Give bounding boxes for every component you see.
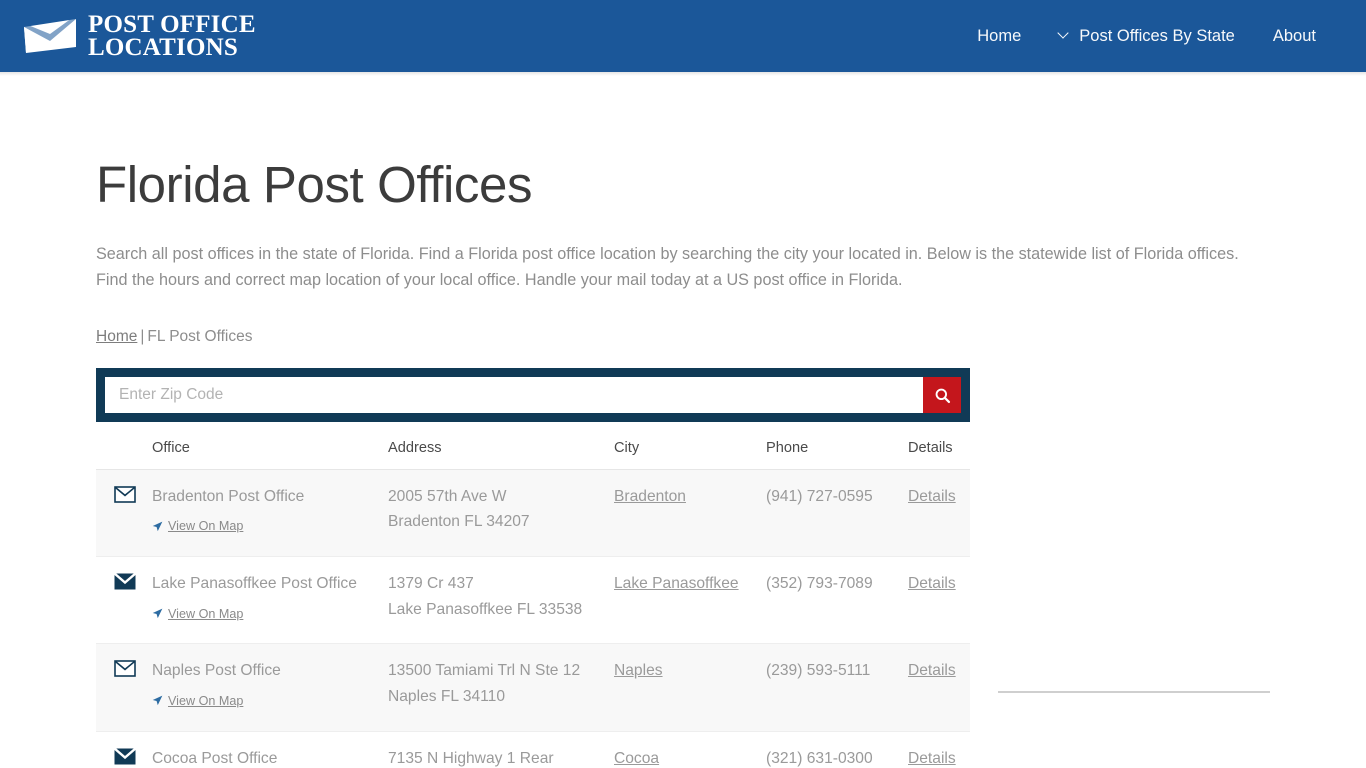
row-phone-cell: (352) 793-7089 bbox=[766, 556, 908, 645]
row-envelope-icon-cell bbox=[96, 731, 152, 768]
address-line-1: 1379 Cr 437 bbox=[388, 575, 474, 593]
details-link[interactable]: Details bbox=[908, 662, 956, 679]
details-link[interactable]: Details bbox=[908, 488, 956, 505]
row-office-cell: Bradenton Post Office View On Map bbox=[152, 469, 388, 558]
address-line-2: Bradenton FL 34207 bbox=[388, 513, 530, 531]
view-on-map-link[interactable]: View On Map bbox=[152, 604, 243, 624]
column-header-office: Office bbox=[152, 428, 388, 471]
view-on-map-link[interactable]: View On Map bbox=[152, 516, 243, 536]
post-office-table: Office Address City Phone Details Braden… bbox=[96, 428, 970, 768]
view-on-map-label: View On Map bbox=[168, 606, 244, 621]
row-envelope-icon-cell bbox=[96, 643, 152, 732]
brand-text: POST OFFICE LOCATIONS bbox=[88, 11, 256, 61]
column-header-address: Address bbox=[388, 428, 614, 471]
page-intro-text: Search all post offices in the state of … bbox=[96, 244, 1239, 290]
table-body: Bradenton Post Office View On Map 2005 57t… bbox=[96, 469, 970, 768]
page-body: Florida Post Offices Search all post off… bbox=[0, 76, 1366, 768]
address-line-2: Naples FL 34110 bbox=[388, 687, 506, 705]
table-row: Naples Post Office View On Map 13500 Tamia… bbox=[96, 643, 970, 732]
envelope-outline-icon bbox=[114, 486, 136, 503]
row-address-cell: 13500 Tamiami Trl N Ste 12 Naples FL 3411… bbox=[388, 643, 614, 732]
location-arrow-icon bbox=[152, 521, 163, 532]
row-phone-cell: (321) 631-0300 bbox=[766, 731, 908, 768]
column-header-phone: Phone bbox=[766, 428, 908, 471]
column-header-icon bbox=[96, 428, 152, 471]
table-row: Cocoa Post OfficeView On Map7135 N Highw… bbox=[96, 731, 970, 768]
nav-item-post-offices-by-state[interactable]: Post Offices By State bbox=[1059, 27, 1235, 46]
nav-item-home[interactable]: Home bbox=[977, 27, 1021, 46]
city-link[interactable]: Lake Panasoffkee bbox=[614, 575, 739, 592]
column-header-details: Details bbox=[908, 428, 970, 471]
envelope-solid-icon bbox=[113, 572, 137, 590]
details-link[interactable]: Details bbox=[908, 750, 956, 767]
brand-line-1: POST OFFICE bbox=[88, 11, 256, 38]
envelope-logo-icon bbox=[24, 18, 76, 53]
content-wrapper: Office Address City Phone Details Braden… bbox=[96, 346, 1270, 768]
sidebar-divider bbox=[998, 691, 1270, 694]
site-header: POST OFFICE LOCATIONS Home Post Offices … bbox=[0, 0, 1366, 72]
row-details-cell: Details bbox=[908, 556, 970, 645]
row-address-cell: 7135 N Highway 1 RearCocoa FL 32927 bbox=[388, 731, 614, 768]
row-envelope-icon-cell bbox=[96, 469, 152, 558]
row-office-cell: Naples Post Office View On Map bbox=[152, 643, 388, 732]
sidebar-column bbox=[998, 346, 1298, 694]
row-details-cell: Details bbox=[908, 643, 970, 732]
address-line-1: 2005 57th Ave W bbox=[388, 488, 507, 506]
search-button[interactable] bbox=[923, 377, 961, 414]
city-link[interactable]: Naples bbox=[614, 662, 663, 679]
office-name: Cocoa Post Office bbox=[152, 749, 278, 767]
row-phone-cell: (941) 727-0595 bbox=[766, 469, 908, 558]
nav-item-about-label: About bbox=[1272, 26, 1316, 45]
breadcrumb: Home | FL Post Offices bbox=[96, 328, 1270, 346]
envelope-solid-icon bbox=[113, 747, 137, 765]
table-head: Office Address City Phone Details bbox=[96, 428, 970, 471]
row-details-cell: Details bbox=[908, 469, 970, 558]
row-office-cell: Lake Panasoffkee Post Office View On Map bbox=[152, 556, 388, 645]
row-address-cell: 1379 Cr 437 Lake Panasoffkee FL 33538 bbox=[388, 556, 614, 645]
city-link[interactable]: Cocoa bbox=[614, 750, 659, 767]
row-city-cell: Naples bbox=[614, 643, 766, 732]
location-arrow-icon bbox=[152, 608, 163, 619]
view-on-map-label: View On Map bbox=[168, 519, 244, 534]
office-name: Naples Post Office bbox=[152, 662, 281, 680]
nav-item-home-label: Home bbox=[977, 26, 1022, 45]
zip-search-bar bbox=[96, 368, 970, 423]
row-details-cell: Details bbox=[908, 731, 970, 768]
city-link[interactable]: Bradenton bbox=[614, 488, 686, 505]
row-envelope-icon-cell bbox=[96, 556, 152, 645]
search-input[interactable] bbox=[105, 377, 923, 414]
breadcrumb-separator: | bbox=[140, 328, 145, 346]
nav-item-post-offices-by-state-label: Post Offices By State bbox=[1079, 26, 1235, 45]
table-row: Bradenton Post Office View On Map 2005 57t… bbox=[96, 469, 970, 558]
main-navigation: Home Post Offices By State About bbox=[977, 27, 1316, 46]
address-line-2: Lake Panasoffkee FL 33538 bbox=[388, 600, 583, 618]
address-line-1: 13500 Tamiami Trl N Ste 12 bbox=[388, 662, 581, 680]
row-phone-cell: (239) 593-5111 bbox=[766, 643, 908, 732]
address-line-1: 7135 N Highway 1 Rear bbox=[388, 749, 554, 767]
details-link[interactable]: Details bbox=[908, 575, 956, 592]
row-address-cell: 2005 57th Ave W Bradenton FL 34207 bbox=[388, 469, 614, 558]
page-title: Florida Post Offices bbox=[96, 156, 533, 213]
brand-line-2: LOCATIONS bbox=[88, 34, 238, 61]
view-on-map-link[interactable]: View On Map bbox=[152, 691, 243, 711]
row-city-cell: Cocoa bbox=[614, 731, 766, 768]
row-city-cell: Lake Panasoffkee bbox=[614, 556, 766, 645]
row-office-cell: Cocoa Post OfficeView On Map bbox=[152, 731, 388, 768]
chevron-down-icon bbox=[1059, 29, 1070, 40]
table-header-row: Office Address City Phone Details bbox=[96, 428, 970, 471]
search-icon bbox=[935, 388, 950, 403]
office-name: Lake Panasoffkee Post Office bbox=[152, 575, 357, 593]
envelope-outline-icon bbox=[114, 660, 136, 678]
nav-item-about[interactable]: About bbox=[1273, 27, 1316, 46]
view-on-map-label: View On Map bbox=[168, 693, 244, 708]
row-city-cell: Bradenton bbox=[614, 469, 766, 558]
location-arrow-icon bbox=[152, 696, 163, 706]
table-row: Lake Panasoffkee Post Office View On Map 1… bbox=[96, 556, 970, 645]
column-header-city: City bbox=[614, 428, 766, 471]
main-column: Office Address City Phone Details Braden… bbox=[96, 346, 970, 768]
office-name: Bradenton Post Office bbox=[152, 488, 305, 506]
breadcrumb-current: FL Post Offices bbox=[147, 328, 253, 346]
site-logo[interactable]: POST OFFICE LOCATIONS bbox=[22, 11, 256, 61]
breadcrumb-home-link[interactable]: Home bbox=[96, 328, 137, 345]
